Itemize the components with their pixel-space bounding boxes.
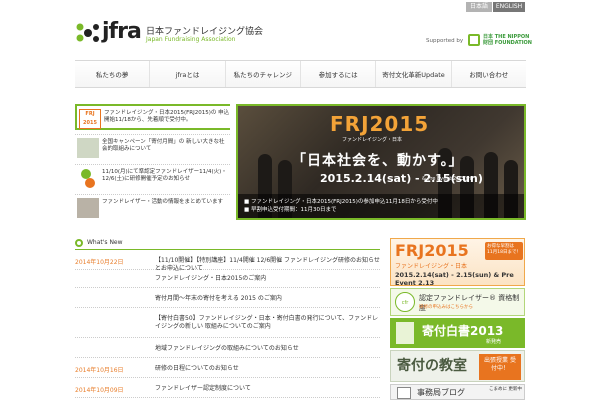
- news-link[interactable]: ファンドレイザー認定制度について: [155, 385, 380, 393]
- frj-banner-sub: ファンドレイジング・日本: [395, 263, 468, 270]
- hero-pre-event: & Pre Event 2.13(fri): [422, 176, 474, 182]
- nav-item-dream[interactable]: 私たちの夢: [75, 61, 149, 87]
- pc-icon: [397, 387, 411, 399]
- photo-thumb: [77, 198, 99, 218]
- news-row[interactable]: 2014年10月09日 ファンドレイザー認定制度について: [75, 382, 380, 398]
- featured-item[interactable]: 全国キャンペーン「寄付月間」の 新しい大きな社会的取組みについて: [75, 134, 230, 160]
- whats-new-heading: What's New: [75, 238, 380, 250]
- featured-list: FRJ 2015 ファンドレイジング・日本2015(FRJ2015)の 申込開始1…: [75, 104, 230, 224]
- org-name-en: Japan Fundraising Association: [146, 36, 236, 43]
- nav-item-join[interactable]: 参加するには: [299, 61, 375, 87]
- nippon-foundation-icon[interactable]: [468, 34, 480, 46]
- whats-new-title: What's New: [87, 239, 123, 246]
- whitepaper-title: 寄付白書2013: [422, 324, 504, 338]
- news-row[interactable]: 2014年10月22日 【11/10開催】【特別講座】11/4開催 12/6開催…: [75, 254, 380, 273]
- cfr-icon: cfr: [395, 292, 415, 312]
- news-row[interactable]: ファンドレイジング・日本2015のご案内: [75, 272, 380, 288]
- featured-item-text: ファンドレイジング・日本2015(FRJ2015)の 申込開始11/18から、先…: [104, 110, 230, 123]
- frj-banner-title: FRJ2015: [395, 241, 469, 260]
- news-row[interactable]: 2014年10月16日 研修の日程についてのお知らせ: [75, 362, 380, 378]
- news-date: 2014年10月09日: [75, 387, 124, 394]
- staff-blog-sub: こまめに 更新中: [489, 387, 522, 392]
- nav-item-about[interactable]: jfraとは: [149, 61, 224, 87]
- photo-thumb: [77, 138, 99, 158]
- hero-subtitle: ファンドレイジング・日本: [342, 137, 403, 143]
- hero-banner[interactable]: FRJ2015 ファンドレイジング・日本 「日本社会を、動かす。」 2015.2…: [236, 104, 526, 220]
- news-link[interactable]: 【寄付白書50】ファンドレイジング・日本・寄付白書の発行について、ファンドレイジ…: [155, 315, 380, 331]
- donation-whitepaper-banner[interactable]: 寄付白書2013 新発売: [390, 318, 525, 348]
- staff-blog-title: 事務局ブログ: [417, 388, 465, 397]
- news-row[interactable]: 寄付月間〜年末の寄付を考える 2015 のご案内: [75, 292, 380, 308]
- nav-item-challenge[interactable]: 私たちのチャレンジ: [224, 61, 300, 87]
- hero-info-bar[interactable]: ■ ファンドレイジング・日本2015(FRJ2015)の参加申込11月18日から…: [238, 194, 524, 218]
- nav-item-update[interactable]: 寄付文化革新Update: [375, 61, 450, 87]
- donation-class-title: 寄付の教室: [397, 358, 467, 374]
- lang-en-button[interactable]: ENGLISH: [493, 2, 525, 12]
- supported-by-label: Supported by: [426, 38, 464, 44]
- featured-item[interactable]: ファンドレイザー・活動の情報をまとめています: [75, 194, 230, 220]
- frj2015-banner[interactable]: FRJ2015 お得な早割は 11月18日まで！ ファンドレイジング・日本 20…: [390, 238, 525, 287]
- news-link[interactable]: 地域ファンドレイジングの取組みについてのお知らせ: [155, 345, 380, 353]
- whitepaper-sub: 新発売: [486, 339, 502, 345]
- news-link[interactable]: ファンドレイジング・日本2015のご案内: [155, 275, 380, 283]
- frj-banner-date: 2015.2.14(sat) - 2.15(sun) & Pre Event 2…: [395, 271, 514, 287]
- lang-ja-button[interactable]: 日本語: [466, 2, 492, 12]
- early-bird-badge: お得な早割は 11月18日まで！: [485, 242, 523, 260]
- frj-thumb-icon: FRJ 2015: [79, 109, 101, 129]
- news-date: 2014年10月16日: [75, 367, 124, 374]
- cfr-thumb-icon: [77, 168, 99, 188]
- logo-wordmark[interactable]: jfra: [102, 20, 142, 44]
- featured-item[interactable]: FRJ 2015 ファンドレイジング・日本2015(FRJ2015)の 申込開始1…: [75, 104, 230, 130]
- news-link[interactable]: 研修の日程についてのお知らせ: [155, 365, 380, 373]
- featured-item[interactable]: 11/10(月)にて準認定ファンドレイザー11/4(火)・12/6(土)に研修開…: [75, 164, 230, 190]
- cfr-banner-sub: 研修の申込みはこちらから: [419, 305, 473, 310]
- book-icon: [396, 322, 414, 344]
- cfr-banner-title: 認定ファンドレイザー® 資格制度: [419, 294, 520, 312]
- nav-item-contact[interactable]: お問い合わせ: [450, 61, 526, 87]
- news-row[interactable]: 地域ファンドレイジングの取組みについてのお知らせ: [75, 342, 380, 358]
- featured-item-text: 11/10(月)にて準認定ファンドレイザー11/4(火)・12/6(土)に研修開…: [102, 169, 227, 182]
- hero-catchcopy: 「日本社会を、動かす。」: [292, 153, 464, 169]
- staff-blog-banner[interactable]: 事務局ブログ こまめに 更新中: [390, 384, 525, 400]
- news-link[interactable]: 寄付月間〜年末の寄付を考える 2015 のご案内: [155, 295, 380, 303]
- news-row[interactable]: 【寄付白書50】ファンドレイジング・日本・寄付白書の発行について、ファンドレイジ…: [75, 312, 380, 338]
- featured-item-text: 全国キャンペーン「寄付月間」の 新しい大きな社会的取組みについて: [102, 139, 225, 152]
- cfr-banner[interactable]: cfr 認定ファンドレイザー® 資格制度 研修の申込みはこちらから: [390, 288, 525, 316]
- news-date: 2014年10月22日: [75, 259, 124, 266]
- featured-item-text: ファンドレイザー・活動の情報をまとめています: [102, 199, 224, 205]
- hero-info-line: ■ ファンドレイジング・日本2015(FRJ2015)の参加申込11月18日から…: [244, 199, 438, 205]
- outreach-badge: 出張授業 受付中！: [479, 354, 521, 380]
- hero-frj-title: FRJ2015: [330, 112, 430, 136]
- hero-info-line: ■ 早割申込受付期間：11月30日まで: [244, 207, 337, 213]
- global-nav: 私たちの夢 jfraとは 私たちのチャレンジ 参加するには 寄付文化革新Upda…: [75, 60, 526, 88]
- news-link[interactable]: 【11/10開催】【特別講座】11/4開催 12/6開催 ファンドレイジング研修…: [155, 257, 380, 273]
- donation-class-banner[interactable]: 寄付の教室 出張授業 受付中！: [390, 350, 525, 382]
- jfra-logo-icon[interactable]: [76, 22, 100, 44]
- nippon-foundation-name[interactable]: 日本 THE NIPPON 財団 FOUNDATION: [483, 34, 532, 46]
